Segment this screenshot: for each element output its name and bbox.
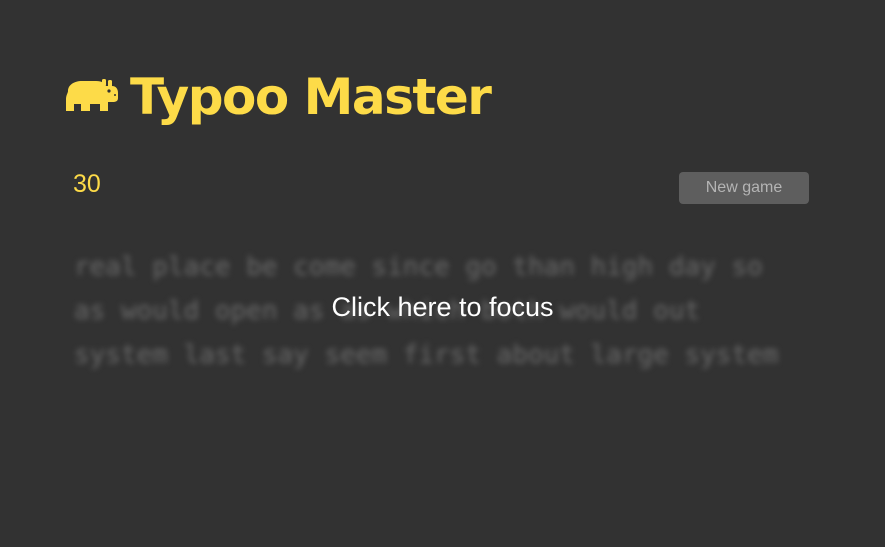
- app-title: Typoo Master: [130, 68, 492, 126]
- word-line: system last say seem first about large s…: [74, 340, 779, 370]
- word-lines: real place be come since go than high da…: [74, 245, 814, 377]
- header: Typoo Master: [66, 64, 492, 130]
- word-line: as would open as as which both would out: [74, 296, 701, 326]
- hippo-icon: [66, 79, 118, 111]
- word-line: real place be come since go than high da…: [74, 252, 763, 282]
- typing-area[interactable]: real place be come since go than high da…: [74, 245, 814, 377]
- new-game-button[interactable]: New game: [679, 172, 809, 204]
- timer-countdown: 30: [73, 170, 101, 198]
